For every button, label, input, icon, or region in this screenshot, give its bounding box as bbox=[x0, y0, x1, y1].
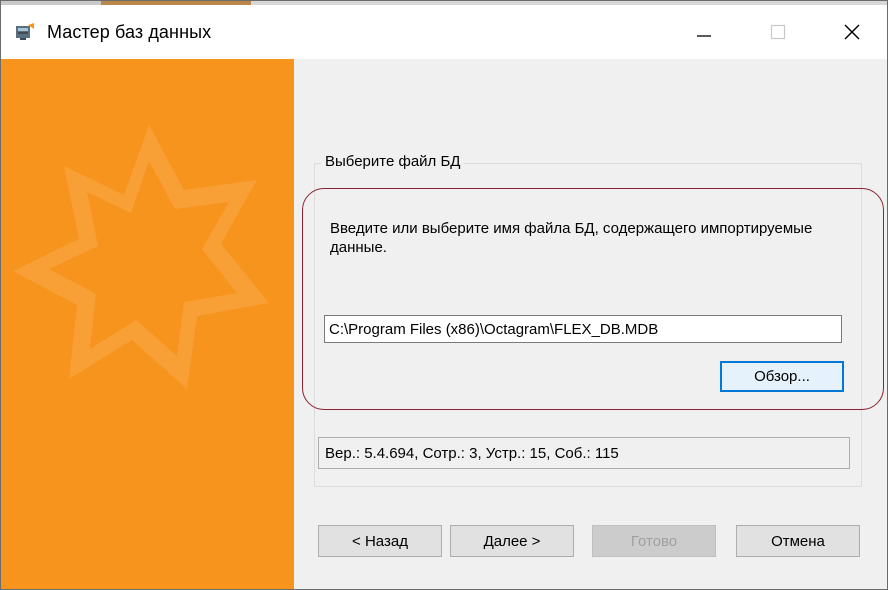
next-button[interactable]: Далее > bbox=[450, 525, 574, 557]
db-info-field: Вер.: 5.4.694, Сотр.: 3, Устр.: 15, Соб.… bbox=[318, 437, 850, 469]
minimize-icon bbox=[696, 24, 712, 45]
back-button[interactable]: < Назад bbox=[318, 525, 442, 557]
close-icon bbox=[843, 23, 861, 46]
wizard-content: Выберите файл БД Введите или выберите им… bbox=[294, 59, 887, 589]
side-banner bbox=[1, 59, 294, 589]
window-title: Мастер баз данных bbox=[47, 22, 212, 42]
title-bar[interactable]: Мастер баз данных bbox=[1, 5, 887, 59]
maximize-icon bbox=[770, 24, 786, 45]
minimize-button[interactable] bbox=[673, 9, 735, 59]
wizard-window: Мастер баз данных Выберите файл БД Введи… bbox=[0, 0, 888, 590]
finish-button: Готово bbox=[592, 525, 716, 557]
db-path-input[interactable] bbox=[324, 315, 842, 343]
star-icon bbox=[1, 125, 294, 589]
group-legend: Выберите файл БД bbox=[321, 153, 465, 170]
maximize-button bbox=[747, 9, 809, 59]
instruction-text: Введите или выберите имя файла БД, содер… bbox=[330, 220, 813, 256]
close-button[interactable] bbox=[821, 9, 883, 59]
database-wizard-icon bbox=[15, 23, 35, 41]
browse-button[interactable]: Обзор... bbox=[720, 361, 844, 392]
cancel-button[interactable]: Отмена bbox=[736, 525, 860, 557]
